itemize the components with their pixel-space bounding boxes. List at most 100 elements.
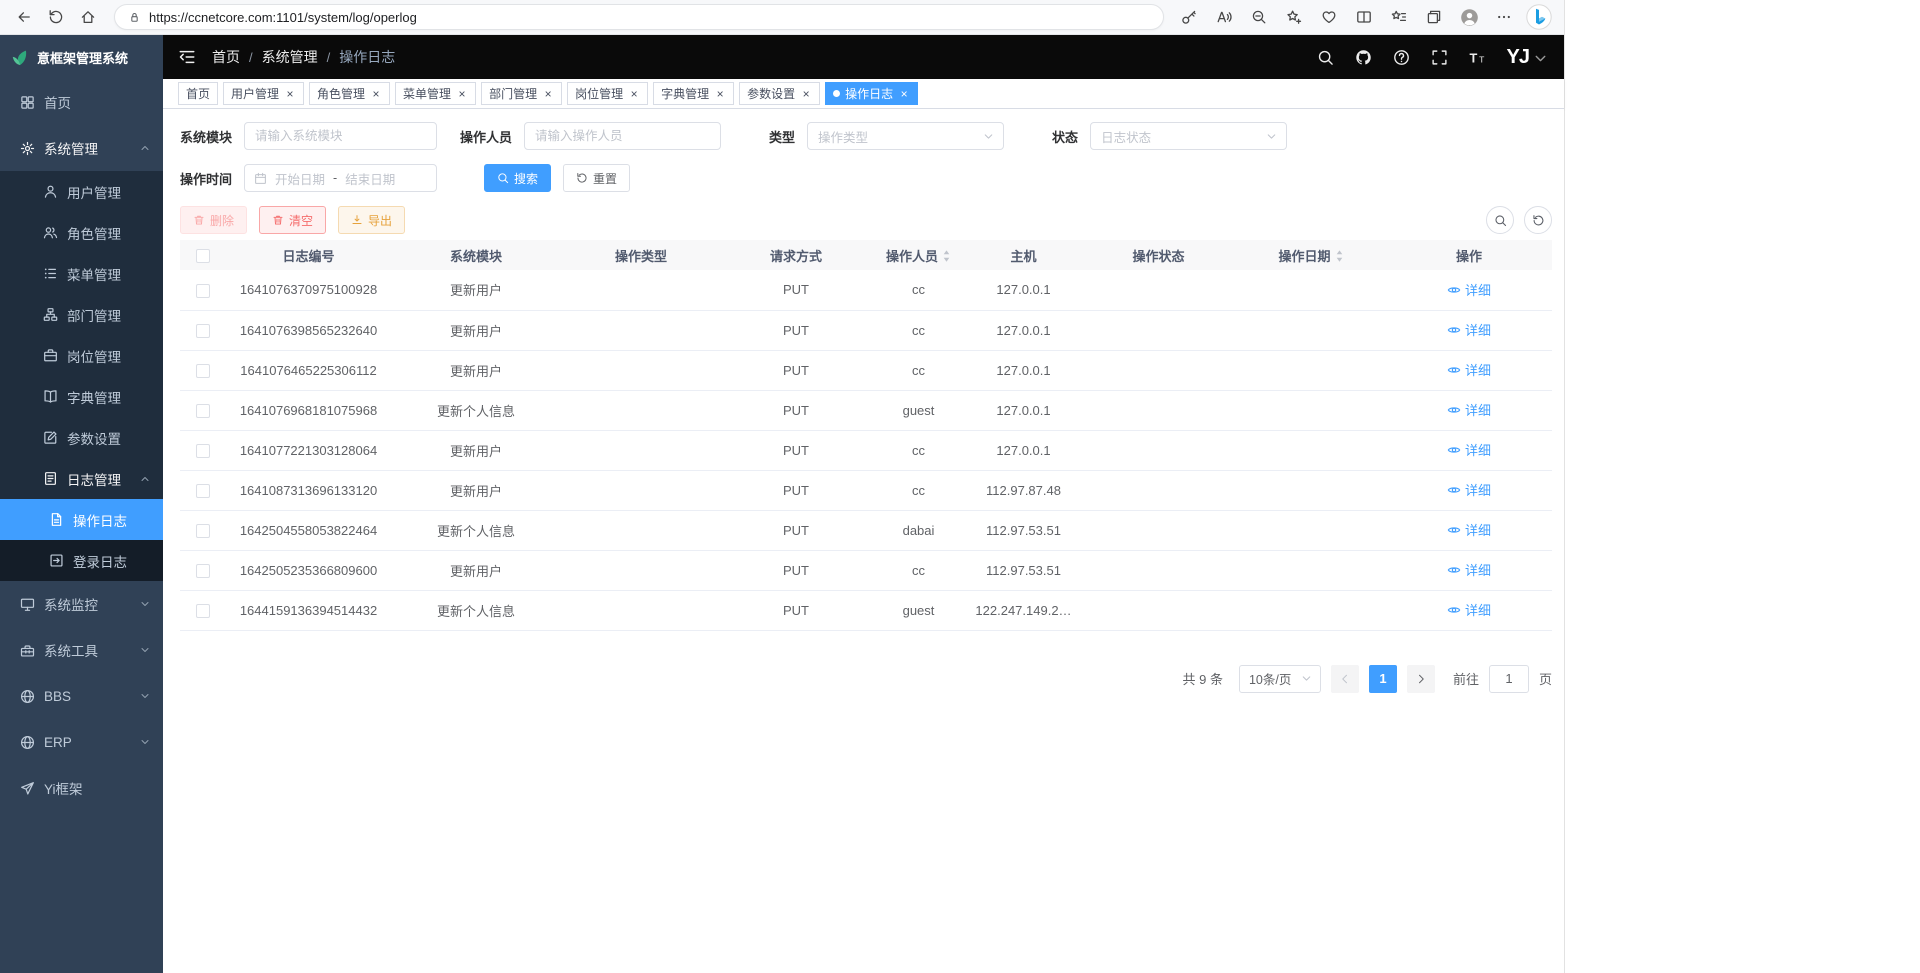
sidebar-item-home[interactable]: 首页 <box>0 79 163 125</box>
chevron-down-icon <box>139 690 151 702</box>
sidebar-item-menu[interactable]: 菜单管理 <box>0 253 163 294</box>
next-page-button[interactable] <box>1407 665 1435 693</box>
add-favorite-icon[interactable] <box>1279 3 1309 32</box>
refresh-table-button[interactable] <box>1524 206 1552 234</box>
close-icon[interactable]: × <box>542 88 554 100</box>
operator-input[interactable] <box>524 122 721 150</box>
prev-page-button[interactable] <box>1331 665 1359 693</box>
split-screen-icon[interactable] <box>1349 3 1379 32</box>
row-checkbox[interactable] <box>196 604 210 618</box>
close-icon[interactable]: × <box>370 88 382 100</box>
sidebar-item-yi[interactable]: Yi框架 <box>0 765 163 811</box>
detail-link[interactable]: 详细 <box>1447 520 1491 539</box>
toggle-search-button[interactable] <box>1486 206 1514 234</box>
page-1-button[interactable]: 1 <box>1369 665 1397 693</box>
back-button[interactable] <box>8 3 40 32</box>
detail-link[interactable]: 详细 <box>1447 480 1491 499</box>
detail-link[interactable]: 详细 <box>1447 320 1491 339</box>
breadcrumb-system[interactable]: 系统管理 <box>262 47 318 67</box>
address-bar[interactable]: https://ccnetcore.com:1101/system/log/op… <box>114 4 1164 30</box>
row-checkbox[interactable] <box>196 404 210 418</box>
sort-icon[interactable] <box>942 249 951 263</box>
sidebar-item-log[interactable]: 日志管理 <box>0 458 163 499</box>
sidebar-item-monitor[interactable]: 系统监控 <box>0 581 163 627</box>
tab-1[interactable]: 用户管理× <box>223 82 304 105</box>
clear-button[interactable]: 清空 <box>259 206 326 234</box>
detail-link[interactable]: 详细 <box>1447 400 1491 419</box>
user-menu[interactable]: YJ <box>1507 47 1549 67</box>
tab-7[interactable]: 参数设置× <box>739 82 820 105</box>
export-button[interactable]: 导出 <box>338 206 405 234</box>
tab-2[interactable]: 角色管理× <box>309 82 390 105</box>
sidebar-item-loginlog[interactable]: 登录日志 <box>0 540 163 581</box>
browser-essentials-icon[interactable] <box>1314 3 1344 32</box>
row-checkbox[interactable] <box>196 524 210 538</box>
sidebar-item-bbs[interactable]: BBS <box>0 673 163 719</box>
close-icon[interactable]: × <box>284 88 296 100</box>
select-all-checkbox[interactable] <box>196 249 210 263</box>
more-menu-icon[interactable] <box>1489 3 1519 32</box>
detail-link[interactable]: 详细 <box>1447 280 1491 299</box>
reset-button[interactable]: 重置 <box>563 164 630 192</box>
home-button[interactable] <box>72 3 104 32</box>
sidebar-item-post[interactable]: 岗位管理 <box>0 335 163 376</box>
tab-5[interactable]: 岗位管理× <box>567 82 648 105</box>
detail-link[interactable]: 详细 <box>1447 600 1491 619</box>
status-select[interactable]: 日志状态 <box>1090 122 1287 150</box>
github-icon[interactable] <box>1355 49 1372 66</box>
close-icon[interactable]: × <box>456 88 468 100</box>
detail-link[interactable]: 详细 <box>1447 360 1491 379</box>
module-input[interactable] <box>244 122 437 150</box>
close-icon[interactable]: × <box>800 88 812 100</box>
sidebar-item-config[interactable]: 参数设置 <box>0 417 163 458</box>
row-checkbox[interactable] <box>196 284 210 298</box>
sort-icon[interactable] <box>1335 249 1344 263</box>
read-aloud-icon[interactable] <box>1209 3 1239 32</box>
fullscreen-icon[interactable] <box>1431 49 1448 66</box>
search-icon[interactable] <box>1317 49 1334 66</box>
close-icon[interactable]: × <box>714 88 726 100</box>
detail-link[interactable]: 详细 <box>1447 560 1491 579</box>
search-button[interactable]: 搜索 <box>484 164 551 192</box>
tab-6[interactable]: 字典管理× <box>653 82 734 105</box>
password-key-icon[interactable] <box>1174 3 1204 32</box>
row-checkbox[interactable] <box>196 484 210 498</box>
refresh-button[interactable] <box>40 3 72 32</box>
sidebar-item-tools[interactable]: 系统工具 <box>0 627 163 673</box>
profile-avatar[interactable] <box>1454 3 1484 32</box>
date-range-picker[interactable]: 开始日期 - 结束日期 <box>244 164 437 192</box>
row-checkbox[interactable] <box>196 364 210 378</box>
help-icon[interactable] <box>1393 49 1410 66</box>
sidebar-item-dept[interactable]: 部门管理 <box>0 294 163 335</box>
close-icon[interactable]: × <box>628 88 640 100</box>
sidebar-item-system[interactable]: 系统管理 <box>0 125 163 171</box>
page-size-select[interactable]: 10条/页 <box>1239 665 1321 693</box>
column-header[interactable]: 操作人员 <box>871 240 966 270</box>
tab-8[interactable]: 操作日志× <box>825 82 918 105</box>
type-select[interactable]: 操作类型 <box>807 122 1004 150</box>
bing-icon[interactable] <box>1524 3 1554 32</box>
zoom-out-icon[interactable] <box>1244 3 1274 32</box>
row-checkbox[interactable] <box>196 324 210 338</box>
close-icon[interactable]: × <box>898 88 910 100</box>
font-size-icon[interactable]: TT <box>1469 49 1486 66</box>
delete-button[interactable]: 删除 <box>180 206 247 234</box>
tab-4[interactable]: 部门管理× <box>481 82 562 105</box>
goto-page-input[interactable] <box>1489 665 1529 693</box>
app-logo[interactable]: 意框架管理系统 <box>0 35 163 79</box>
tab-0[interactable]: 首页 <box>178 82 218 105</box>
sidebar-toggle-icon[interactable] <box>178 48 196 66</box>
collections-icon[interactable] <box>1419 3 1449 32</box>
sidebar-item-role[interactable]: 角色管理 <box>0 212 163 253</box>
breadcrumb-home[interactable]: 首页 <box>212 47 240 67</box>
sidebar-item-dict[interactable]: 字典管理 <box>0 376 163 417</box>
sidebar-item-operlog[interactable]: 操作日志 <box>0 499 163 540</box>
detail-link[interactable]: 详细 <box>1447 440 1491 459</box>
favorites-bar-icon[interactable] <box>1384 3 1414 32</box>
row-checkbox[interactable] <box>196 564 210 578</box>
sidebar-item-erp[interactable]: ERP <box>0 719 163 765</box>
column-header[interactable]: 操作日期 <box>1236 240 1386 270</box>
sidebar-item-user[interactable]: 用户管理 <box>0 171 163 212</box>
row-checkbox[interactable] <box>196 444 210 458</box>
tab-3[interactable]: 菜单管理× <box>395 82 476 105</box>
